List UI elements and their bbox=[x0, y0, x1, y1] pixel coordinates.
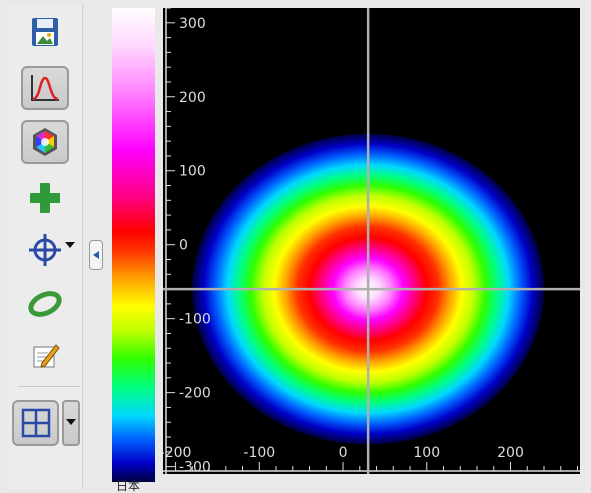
ellipse-button[interactable] bbox=[21, 282, 69, 326]
grid-icon bbox=[21, 408, 50, 438]
save-image-icon bbox=[32, 18, 58, 46]
collapse-panel-handle[interactable] bbox=[89, 240, 103, 270]
y-tick-label: -200 bbox=[179, 386, 211, 402]
y-tick-label: 0 bbox=[179, 238, 188, 254]
grid-dropdown-button[interactable] bbox=[62, 400, 80, 446]
y-tick-label: -100 bbox=[179, 312, 211, 328]
y-tick-label: 300 bbox=[179, 16, 206, 32]
chevron-left-icon bbox=[93, 251, 99, 259]
x-tick-label: -200 bbox=[163, 445, 191, 461]
toolbar-separator bbox=[18, 386, 80, 387]
crosshair-icon bbox=[29, 234, 61, 266]
crosshair-button[interactable] bbox=[21, 228, 69, 272]
y-tick-label: 100 bbox=[179, 164, 206, 180]
color-palette-button[interactable] bbox=[21, 120, 69, 164]
beam-profile-plot[interactable]: 3002001000-100-200-300-200-1000100200 bbox=[163, 8, 580, 474]
ellipse-icon bbox=[28, 291, 62, 317]
bell-curve-icon bbox=[31, 75, 59, 101]
grid-button[interactable] bbox=[12, 400, 59, 446]
pencil-icon bbox=[33, 344, 60, 368]
left-toolbar bbox=[8, 4, 83, 489]
x-tick-label: 0 bbox=[339, 445, 348, 461]
annotate-button[interactable] bbox=[21, 334, 69, 378]
colorbar-label: 日本 bbox=[116, 479, 141, 493]
plus-icon bbox=[30, 183, 60, 213]
x-tick-label: -100 bbox=[243, 445, 275, 461]
x-tick-label: 200 bbox=[497, 445, 524, 461]
crosshair-dropdown-icon[interactable] bbox=[65, 242, 75, 250]
y-tick-label: 200 bbox=[179, 90, 206, 106]
add-button[interactable] bbox=[21, 176, 69, 220]
chevron-down-icon bbox=[66, 419, 76, 425]
color-scale-bar bbox=[112, 8, 155, 482]
save-image-button[interactable] bbox=[21, 10, 69, 54]
beam-profile-chart: 3002001000-100-200-300-200-1000100200 bbox=[163, 8, 580, 474]
color-wheel-icon bbox=[33, 128, 57, 156]
y-tick-label: -300 bbox=[179, 460, 211, 474]
x-tick-label: 100 bbox=[413, 445, 440, 461]
profile-button[interactable] bbox=[21, 66, 69, 110]
